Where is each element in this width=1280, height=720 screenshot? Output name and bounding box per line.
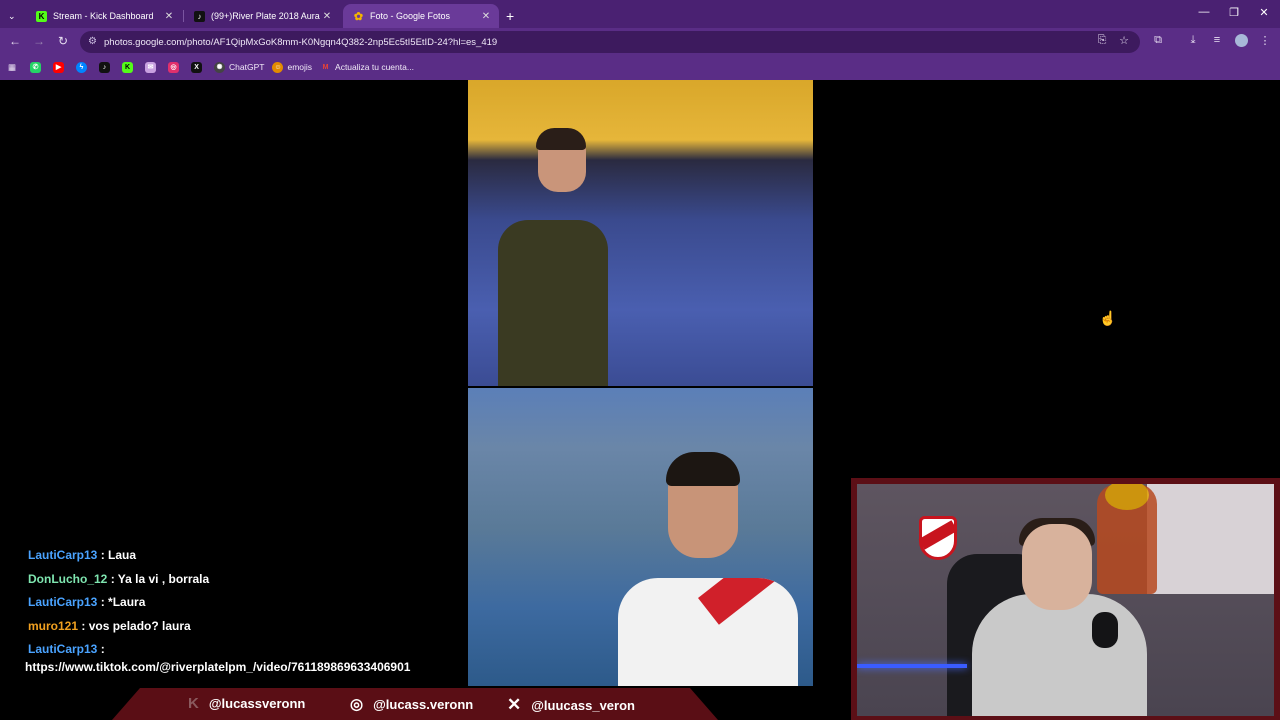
x-icon: X [191, 61, 203, 73]
messenger-icon: ϟ [76, 61, 88, 73]
arrow-right-icon: → [33, 34, 45, 48]
minimize-button[interactable]: — [1194, 6, 1214, 18]
x-icon: ✕ [507, 695, 522, 714]
browser-chrome: ⌄ K Stream - Kick Dashboard ✕ ♪ (99+)Riv… [0, 0, 1280, 80]
chat-message: muro121 : vos pelado? laura [28, 617, 209, 641]
tab-google-photos[interactable]: ✿ Foto - Google Fotos ✕ [343, 4, 499, 28]
kick-icon: K [36, 10, 47, 22]
river-plate-crest-icon [919, 516, 957, 560]
whatsapp-icon: ✆ [30, 61, 42, 73]
profile-avatar[interactable] [1233, 34, 1249, 50]
bookmark-mail[interactable]: ✉ [145, 61, 160, 73]
microphone-icon [1092, 612, 1118, 648]
kick-icon: K [188, 695, 199, 712]
bookmark-whatsapp[interactable]: ✆ [30, 61, 45, 73]
google-photos-icon: ✿ [353, 10, 364, 23]
bookmarks-bar: ▦ ✆ ▶ ϟ ♪ K ✉ ◎ X ✺ ChatGPT ☺ emojis M Actu… [0, 56, 1280, 78]
install-app-icon[interactable]: ⎘ [1094, 34, 1110, 47]
bookmark-label: emojis [287, 62, 313, 72]
bookmark-gmail[interactable]: M Actualiza tu cuenta... [320, 62, 414, 73]
arrow-left-icon: ← [9, 34, 21, 48]
media-control-icon[interactable]: ≡ [1209, 34, 1225, 46]
figurine [1097, 484, 1157, 594]
chevron-down-icon: ⌄ [8, 10, 16, 21]
mail-icon: ✉ [145, 61, 157, 73]
chat-text: : Ya la vi , borrala [110, 571, 210, 586]
webcam-feed [857, 484, 1274, 716]
bookmark-instagram[interactable]: ◎ [168, 61, 183, 73]
tab-kick-dashboard[interactable]: K Stream - Kick Dashboard ✕ [26, 4, 182, 28]
chat-link-text: https://www.tiktok.com/@riverplatelpm_/v… [25, 660, 411, 674]
plus-icon: + [506, 8, 515, 24]
bookmark-kick[interactable]: K [122, 61, 137, 73]
instagram-handle: ◎ @lucass.veronn [350, 695, 473, 713]
close-icon[interactable]: ✕ [479, 11, 493, 22]
chat-text: : vos pelado? laura [81, 618, 191, 633]
close-icon[interactable]: ✕ [162, 11, 176, 22]
tab-bar: ⌄ K Stream - Kick Dashboard ✕ ♪ (99+)Riv… [0, 0, 1280, 28]
close-icon[interactable]: ✕ [320, 11, 334, 22]
chat-message: DonLucho_12 : Ya la vi , borrala [28, 570, 209, 594]
tab-tiktok[interactable]: ♪ (99+)River Plate 2018 Aura: Inte ✕ [184, 4, 340, 28]
tab-title: Stream - Kick Dashboard [53, 11, 154, 21]
chat-username: LautiCarp13 [28, 642, 98, 656]
chat-text: : *Laura [100, 595, 146, 609]
back-button[interactable]: ← [6, 34, 24, 48]
chat-message: LautiCarp13 : Laua [28, 546, 209, 570]
menu-icon[interactable]: ⋮ [1257, 34, 1273, 47]
kick-handle: K @lucassveronn [188, 695, 305, 712]
kick-handle-text: @lucassveronn [208, 696, 306, 711]
bookmark-label: ChatGPT [229, 62, 265, 72]
forward-button[interactable]: → [30, 34, 48, 48]
x-handle-text: @luucass_veron [531, 697, 635, 713]
tab-title: Foto - Google Fotos [370, 11, 451, 21]
gmail-icon: M [322, 63, 329, 71]
tab-search-button[interactable]: ⌄ [2, 4, 24, 28]
bookmark-label: Actualiza tu cuenta... [335, 62, 414, 72]
social-banner: K @lucassveronn ◎ @lucass.veronn ✕ @luucass… [112, 688, 718, 720]
toolbar: ← → ↻ ⚙ photos.google.com/photo/AF1QipMx… [0, 28, 1280, 56]
chat-text: : Laua [100, 548, 137, 562]
bookmark-star-icon[interactable]: ☆ [1116, 34, 1132, 47]
tiktok-icon: ♪ [194, 10, 205, 22]
photo-viewer-image [468, 80, 813, 686]
stadium-photo-bottom [468, 388, 813, 686]
bookmark-x[interactable]: X [191, 61, 206, 73]
download-icon[interactable]: ⤓ [1185, 34, 1201, 47]
restore-button[interactable]: ❐ [1224, 6, 1244, 19]
extensions-icon[interactable]: ⧉ [1150, 34, 1166, 47]
instagram-icon: ◎ [350, 696, 364, 713]
emoji-icon: ☺ [272, 61, 284, 73]
bookmark-tiktok[interactable]: ♪ [99, 61, 114, 73]
chat-message: LautiCarp13 : *Laura [28, 593, 209, 617]
chat-username: LautiCarp13 [28, 548, 98, 562]
youtube-icon: ▶ [53, 61, 65, 73]
stadium-photo-top [468, 80, 813, 386]
close-window-button[interactable]: ✕ [1254, 6, 1274, 19]
site-settings-icon[interactable]: ⚙ [88, 36, 97, 47]
bookmark-emojis[interactable]: ☺ emojis [272, 61, 313, 73]
hand-cursor-icon: ☝ [1099, 310, 1117, 326]
bookmark-youtube[interactable]: ▶ [53, 61, 68, 73]
chat-username: DonLucho_12 [28, 571, 108, 586]
tab-title: (99+)River Plate 2018 Aura: Inte [211, 11, 320, 21]
instagram-icon: ◎ [168, 61, 180, 73]
url-text: photos.google.com/photo/AF1QipMxGoK8mm-K… [104, 36, 498, 48]
bookmark-messenger[interactable]: ϟ [76, 61, 91, 73]
tiktok-icon: ♪ [99, 61, 111, 73]
apps-icon[interactable]: ▦ [8, 62, 16, 73]
address-bar[interactable]: ⚙ photos.google.com/photo/AF1QipMxGoK8mm… [80, 31, 1140, 53]
reload-button[interactable]: ↻ [54, 34, 72, 48]
x-handle: ✕ @luucass_veron [507, 695, 635, 715]
chat-text: : [100, 642, 105, 656]
instagram-handle-text: @lucass.veronn [373, 696, 474, 712]
stream-chat-overlay: LautiCarp13 : Laua DonLucho_12 : Ya la v… [28, 546, 209, 664]
kick-icon: K [122, 61, 134, 73]
chat-username: LautiCarp13 [28, 595, 98, 609]
chat-username: muro121 [28, 618, 79, 633]
new-tab-button[interactable]: + [502, 4, 522, 28]
chatgpt-icon: ✺ [214, 61, 226, 73]
bookmark-chatgpt[interactable]: ✺ ChatGPT [214, 61, 265, 73]
reload-icon: ↻ [57, 34, 69, 48]
